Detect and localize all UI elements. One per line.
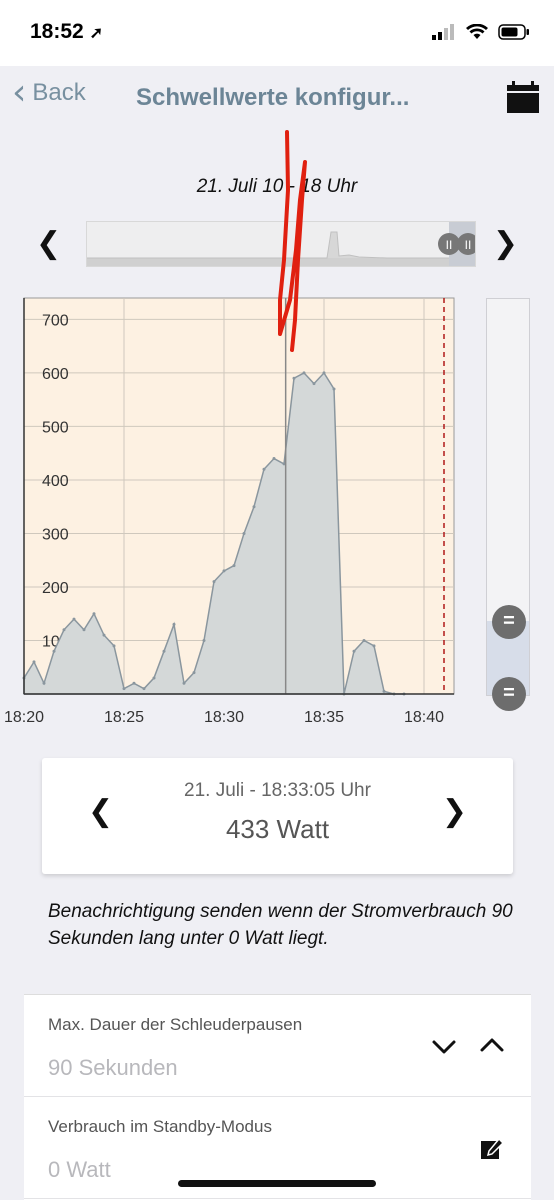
data-point <box>382 689 386 693</box>
chevron-down-icon[interactable] <box>431 1033 457 1059</box>
data-point <box>262 467 266 471</box>
data-point <box>232 564 236 568</box>
calendar-icon[interactable] <box>506 80 540 114</box>
data-point <box>222 569 226 573</box>
data-point <box>202 638 206 642</box>
svg-text:II: II <box>446 238 453 252</box>
y-tick-label: 400 <box>42 473 69 490</box>
data-point <box>162 649 166 653</box>
data-point <box>242 531 246 535</box>
navigation-bar: ‹ Back Schwellwerte konfigur... <box>0 66 554 130</box>
x-tick-label: 18:35 <box>304 709 344 726</box>
location-arrow-icon: ➚ <box>89 25 103 42</box>
x-tick-label: 18:40 <box>404 709 444 726</box>
battery-icon <box>498 24 529 40</box>
status-bar: 18:52 ➚ <box>0 0 554 66</box>
data-point <box>302 371 306 375</box>
data-point <box>332 387 336 391</box>
data-point <box>272 457 276 461</box>
threshold-lower-handle[interactable]: = <box>492 677 526 711</box>
overview-navigator[interactable]: II II <box>86 221 479 267</box>
y-tick-label: 700 <box>42 312 69 329</box>
clock-text: 18:52 <box>30 20 84 43</box>
range-label: 21. Juli 10 - 18 Uhr <box>196 176 358 197</box>
data-point <box>142 687 146 691</box>
notification-description: Benachrichtigung senden wenn der Stromve… <box>48 901 513 949</box>
standby-value[interactable]: 0 Watt <box>48 1157 111 1183</box>
data-point <box>352 649 356 653</box>
standby-label: Verbrauch im Standby-Modus <box>48 1117 272 1136</box>
max-pause-row[interactable]: Max. Dauer der Schleuderpausen 90 Sekund… <box>24 995 531 1097</box>
wifi-icon <box>466 24 488 39</box>
max-pause-label: Max. Dauer der Schleuderpausen <box>48 1015 303 1034</box>
y-tick-label: 200 <box>42 580 69 597</box>
overview-chart: II II <box>87 222 479 266</box>
x-tick-label: 18:25 <box>104 709 144 726</box>
threshold-upper-handle[interactable]: = <box>492 605 526 639</box>
overview-next-button[interactable]: ❯ <box>493 226 518 261</box>
cellular-signal-icon <box>432 24 454 40</box>
data-point <box>62 628 66 632</box>
data-point <box>322 371 326 375</box>
page-title: Schwellwerte konfigur... <box>136 84 410 111</box>
chevron-left-icon: ‹ <box>12 72 27 113</box>
data-point <box>42 681 46 685</box>
threshold-slider[interactable]: = = <box>486 298 530 711</box>
data-point <box>132 681 136 685</box>
y-tick-label: 500 <box>42 419 69 436</box>
data-point <box>252 505 256 509</box>
svg-text:II: II <box>465 238 472 252</box>
data-point <box>82 628 86 632</box>
settings-form: Max. Dauer der Schleuderpausen 90 Sekund… <box>24 994 531 1200</box>
y-tick-label: 600 <box>42 366 69 383</box>
data-point <box>32 660 36 664</box>
overview-prev-button[interactable]: ❮ <box>36 226 61 261</box>
data-point <box>372 644 376 648</box>
x-tick-label: 18:20 <box>4 709 44 726</box>
back-label: Back <box>32 79 86 106</box>
status-time: 18:52 ➚ <box>30 20 103 44</box>
data-point <box>122 687 126 691</box>
data-point <box>152 676 156 680</box>
readout-card: ❮ 21. Juli - 18:33:05 Uhr 433 Watt ❯ <box>42 758 513 874</box>
data-point <box>182 681 186 685</box>
back-button[interactable]: ‹ Back <box>12 72 86 113</box>
data-point <box>112 644 116 648</box>
data-point <box>52 649 56 653</box>
data-point <box>212 580 216 584</box>
data-point <box>292 376 296 380</box>
data-point <box>362 638 366 642</box>
home-indicator <box>178 1180 376 1187</box>
data-point <box>72 617 76 621</box>
data-point <box>102 633 106 637</box>
data-point <box>192 671 196 675</box>
x-tick-label: 18:30 <box>204 709 244 726</box>
data-point <box>92 612 96 616</box>
data-point <box>172 622 176 626</box>
data-point <box>312 382 316 386</box>
status-icons <box>432 24 530 40</box>
max-pause-value[interactable]: 90 Sekunden <box>48 1055 178 1081</box>
y-tick-label: 300 <box>42 526 69 543</box>
readout-next-button[interactable]: ❯ <box>442 794 467 829</box>
chevron-up-icon[interactable] <box>479 1033 505 1059</box>
power-chart[interactable]: 10020030040050060070018:20 18:25 18:30 18:3… <box>0 290 470 730</box>
edit-icon[interactable] <box>479 1135 505 1161</box>
